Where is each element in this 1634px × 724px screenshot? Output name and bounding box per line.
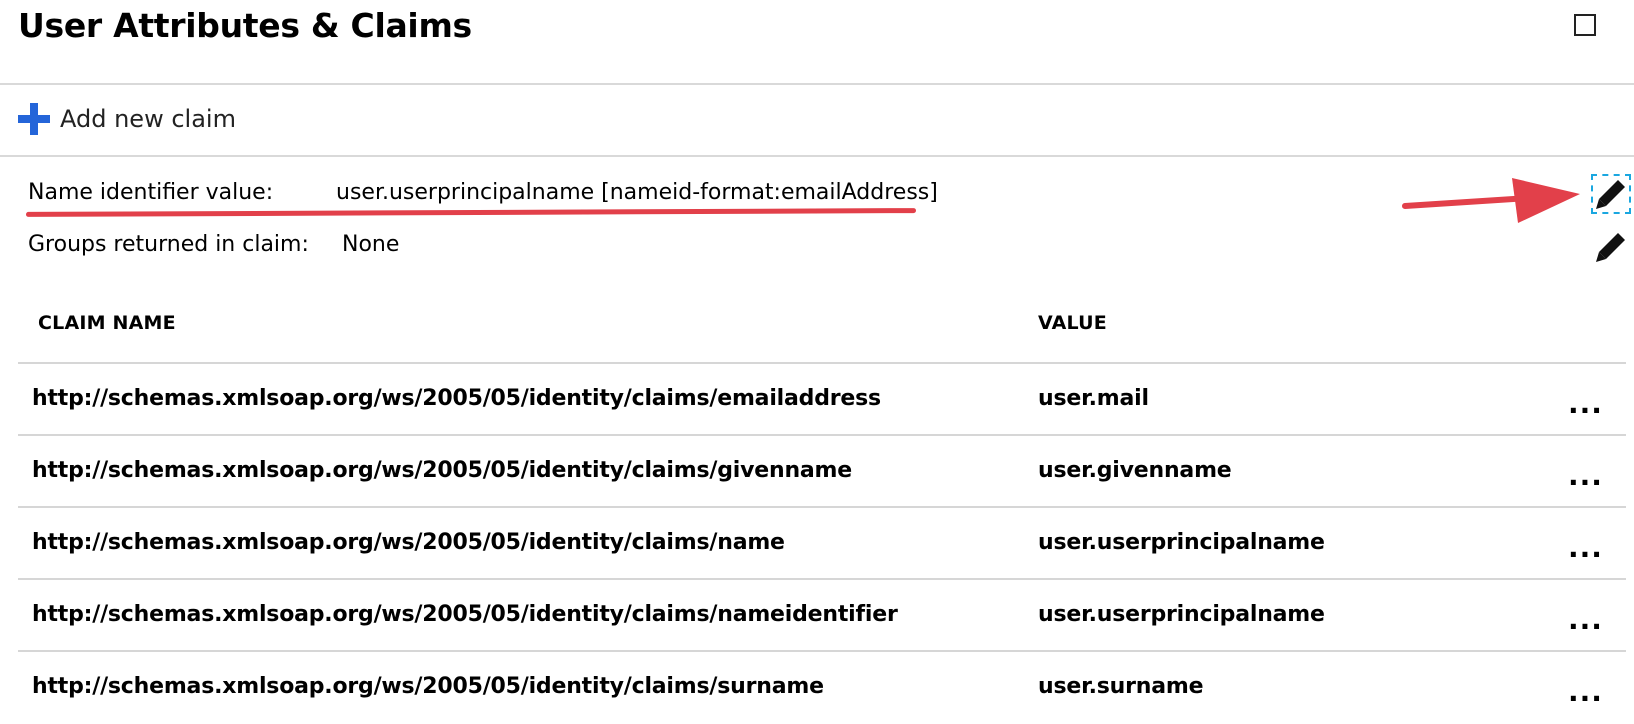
claim-name-cell: http://schemas.xmlsoap.org/ws/2005/05/id… [32,674,824,699]
column-header-value[interactable]: VALUE [1038,312,1107,334]
table-row[interactable]: http://schemas.xmlsoap.org/ws/2005/05/id… [18,436,1626,508]
add-new-claim-button[interactable]: Add new claim [18,102,236,136]
claim-name-cell: http://schemas.xmlsoap.org/ws/2005/05/id… [32,602,898,627]
maximize-icon[interactable] [1574,14,1596,36]
name-identifier-row: Name identifier value: [28,180,273,205]
pencil-icon [1596,180,1625,209]
claim-name-cell: http://schemas.xmlsoap.org/ws/2005/05/id… [32,386,881,411]
claim-value-cell: user.userprincipalname [1038,530,1325,555]
page-title: User Attributes & Claims [18,6,472,45]
claim-value-cell: user.mail [1038,386,1149,411]
column-header-claim-name[interactable]: CLAIM NAME [38,312,176,334]
name-identifier-label: Name identifier value: [28,180,274,205]
claim-value-cell: user.surname [1038,674,1204,699]
table-row[interactable]: http://schemas.xmlsoap.org/ws/2005/05/id… [18,652,1626,724]
table-row[interactable]: http://schemas.xmlsoap.org/ws/2005/05/id… [18,508,1626,580]
more-options-icon[interactable]: ... [1568,678,1603,706]
edit-name-identifier-button[interactable] [1591,174,1631,214]
groups-row: Groups returned in claim: [28,232,309,257]
annotation-underline [25,208,917,217]
toolbar-divider [0,155,1634,157]
header-divider [0,83,1634,85]
table-row[interactable]: http://schemas.xmlsoap.org/ws/2005/05/id… [18,364,1626,436]
claim-name-cell: http://schemas.xmlsoap.org/ws/2005/05/id… [32,530,785,555]
name-identifier-value: user.userprincipalname [nameid-format:em… [336,180,938,205]
add-new-claim-label: Add new claim [60,105,236,133]
pencil-icon [1596,233,1625,262]
claim-name-cell: http://schemas.xmlsoap.org/ws/2005/05/id… [32,458,852,483]
plus-icon [18,103,50,135]
more-options-icon[interactable]: ... [1568,606,1603,634]
edit-groups-button[interactable] [1594,230,1628,264]
claim-value-cell: user.givenname [1038,458,1232,483]
table-row[interactable]: http://schemas.xmlsoap.org/ws/2005/05/id… [18,580,1626,652]
claim-value-cell: user.userprincipalname [1038,602,1325,627]
more-options-icon[interactable]: ... [1568,390,1603,418]
more-options-icon[interactable]: ... [1568,462,1603,490]
red-arrow-icon [1402,178,1580,223]
groups-label: Groups returned in claim: [28,232,309,257]
more-options-icon[interactable]: ... [1568,534,1603,562]
groups-value: None [342,232,400,257]
